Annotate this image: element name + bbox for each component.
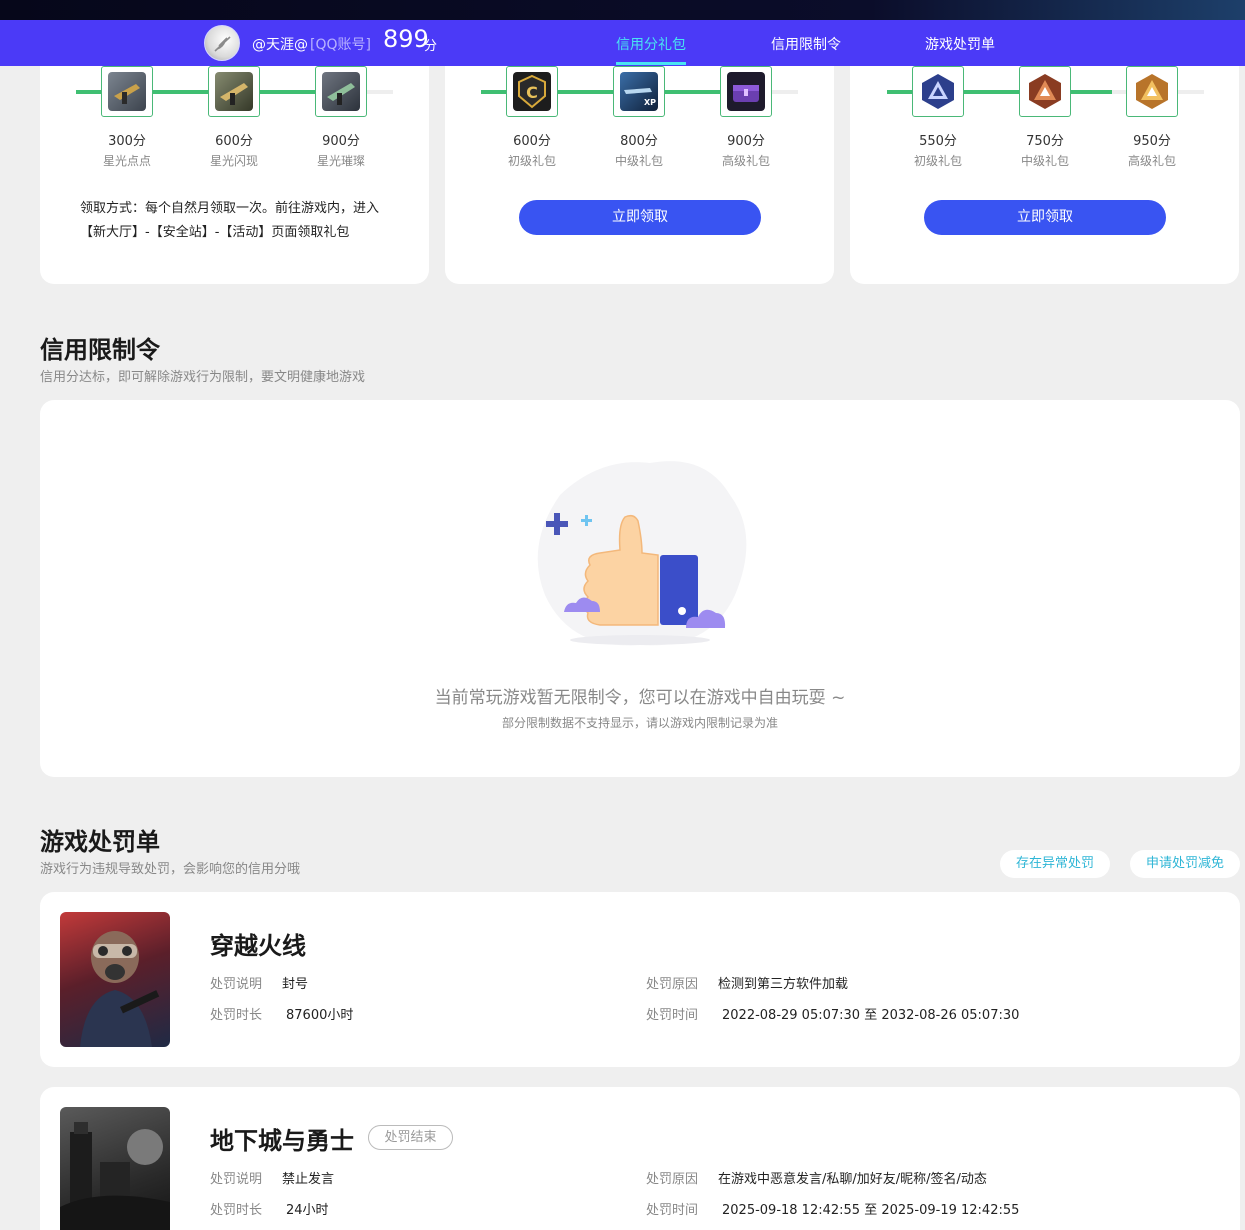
gift-points: 900分	[322, 134, 360, 149]
gift-points: 950分	[1133, 134, 1171, 149]
chest-icon	[727, 72, 765, 111]
gift-item[interactable]	[912, 66, 964, 117]
svg-text:C: C	[526, 83, 538, 102]
game-title: 地下城与勇士	[210, 1127, 354, 1155]
gift-points: 600分	[513, 134, 551, 149]
penalty-desc-value: 封号	[282, 977, 309, 992]
gift-name: 高级礼包	[721, 154, 770, 168]
header-bar: @天涯@ [QQ账号] 899 分 信用分礼包 信用限制令 游戏处罚单	[0, 20, 1245, 66]
gift-name: 高级礼包	[1127, 154, 1176, 168]
gift-points: 300分	[108, 134, 146, 149]
abnormal-penalty-button[interactable]: 存在异常处罚	[1000, 850, 1110, 878]
empty-state-note: 部分限制数据不支持显示，请以游戏内限制记录为准	[501, 716, 778, 730]
penalty-duration-value: 24小时	[286, 1203, 329, 1218]
blue-emblem-icon	[919, 72, 957, 111]
top-banner-strip	[0, 0, 1245, 20]
section-subtitle-penalties: 游戏行为违规导致处罚，会影响您的信用分哦	[40, 862, 301, 877]
gun-skin-icon	[108, 72, 146, 111]
tab-credit-gifts[interactable]: 信用分礼包	[616, 34, 686, 54]
penalty-time-value: 2022-08-29 05:07:30 至 2032-08-26 05:07:3…	[722, 1008, 1020, 1023]
penalty-desc-value: 禁止发言	[282, 1172, 335, 1187]
gift-item[interactable]	[315, 66, 367, 117]
game-title: 穿越火线	[210, 932, 306, 960]
gift-name: 中级礼包	[614, 154, 663, 168]
section-title-penalties: 游戏处罚单	[40, 828, 160, 856]
tab-restrictions[interactable]: 信用限制令	[771, 34, 841, 54]
xp-card-icon: XP	[620, 72, 658, 111]
active-tab-indicator	[616, 62, 686, 65]
svg-text:XP: XP	[644, 98, 656, 107]
penalty-duration-value: 87600小时	[286, 1008, 354, 1023]
gift-points: 550分	[919, 134, 957, 149]
bronze-emblem-icon	[1026, 72, 1064, 111]
game-cover-image	[60, 912, 170, 1047]
gift-points: 750分	[1026, 134, 1064, 149]
penalty-reason-value: 检测到第三方软件加载	[718, 977, 849, 992]
gift-item[interactable]	[208, 66, 260, 117]
gift-name: 星光闪现	[209, 154, 258, 168]
claim-instructions: 领取方式：每个自然月领取一次。前往游戏内，进入【新大厅】-【安全站】-【活动】页…	[80, 201, 380, 240]
penalty-duration-label: 处罚时长	[210, 1203, 263, 1218]
penalty-desc-label: 处罚说明	[210, 1172, 263, 1187]
credit-score-unit: 分	[424, 39, 438, 54]
penalty-reason-label: 处罚原因	[646, 977, 699, 992]
section-title-restrictions: 信用限制令	[40, 336, 160, 364]
empty-state-message: 当前常玩游戏暂无限制令，您可以在游戏中自由玩耍 ~	[434, 688, 846, 708]
claim-button[interactable]: 立即领取	[519, 200, 761, 235]
status-badge: 处罚结束	[368, 1125, 453, 1150]
gift-item[interactable]	[1126, 66, 1178, 117]
penalty-time-label: 处罚时间	[646, 1203, 699, 1218]
penalty-reason-value: 在游戏中恶意发言/私聊/加好友/昵称/签名/动态	[718, 1172, 987, 1187]
gun-skin-icon	[215, 72, 253, 111]
gift-item[interactable]: XP	[613, 66, 665, 117]
gift-item[interactable]	[720, 66, 772, 117]
gift-points: 900分	[727, 134, 765, 149]
username: @天涯@	[252, 37, 308, 53]
penalty-reason-label: 处罚原因	[646, 1172, 699, 1187]
gift-name: 星光点点	[102, 154, 151, 168]
tab-penalties[interactable]: 游戏处罚单	[925, 34, 995, 54]
gift-name: 中级礼包	[1020, 154, 1069, 168]
penalty-desc-label: 处罚说明	[210, 977, 263, 992]
penalty-time-label: 处罚时间	[646, 1008, 699, 1023]
gift-name: 初级礼包	[507, 154, 556, 168]
shield-c-icon: C	[513, 72, 551, 111]
gift-item[interactable]	[1019, 66, 1071, 117]
gun-skin-icon	[322, 72, 360, 111]
penalty-duration-label: 处罚时长	[210, 1008, 263, 1023]
gift-points: 800分	[620, 134, 658, 149]
appeal-reduction-button[interactable]: 申请处罚减免	[1130, 850, 1240, 878]
account-type: [QQ账号]	[310, 37, 371, 53]
credit-score: 899	[383, 25, 429, 53]
thumbs-up-illustration	[537, 461, 747, 646]
gift-points: 600分	[215, 134, 253, 149]
gift-name: 初级礼包	[913, 154, 962, 168]
gift-item[interactable]: C	[506, 66, 558, 117]
section-subtitle-restrictions: 信用分达标，即可解除游戏行为限制，要文明健康地游戏	[40, 370, 366, 385]
gold-emblem-icon	[1133, 72, 1171, 111]
avatar[interactable]	[204, 25, 240, 61]
game-cover-image	[60, 1107, 170, 1230]
gift-name: 星光璀璨	[316, 154, 365, 168]
gift-item[interactable]	[101, 66, 153, 117]
penalty-time-value: 2025-09-18 12:42:55 至 2025-09-19 12:42:5…	[722, 1203, 1020, 1218]
claim-button[interactable]: 立即领取	[924, 200, 1166, 235]
